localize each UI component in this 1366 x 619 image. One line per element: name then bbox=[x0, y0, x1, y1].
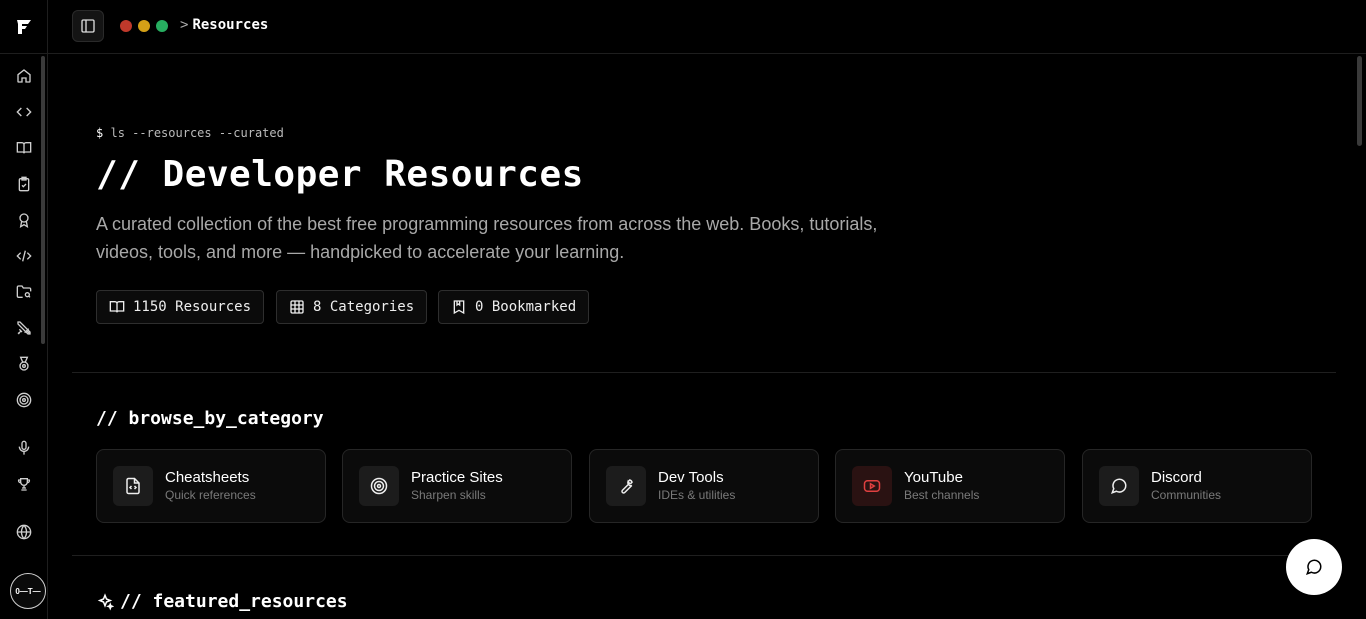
window-dot-yellow bbox=[138, 20, 150, 32]
window-dot-red bbox=[120, 20, 132, 32]
target-icon bbox=[16, 392, 32, 408]
category-name: Cheatsheets bbox=[165, 469, 250, 486]
book-open-icon bbox=[16, 142, 32, 154]
sidebar-item-code[interactable] bbox=[0, 94, 48, 130]
section-divider bbox=[72, 555, 1336, 556]
chat-bubble-icon bbox=[1110, 478, 1127, 495]
sidebar-toggle-button[interactable] bbox=[72, 10, 104, 42]
target-icon bbox=[370, 477, 388, 495]
breadcrumb-separator: > bbox=[180, 17, 189, 33]
stat-categories-label: 8 Categories bbox=[313, 299, 415, 315]
book-open-icon bbox=[109, 301, 125, 313]
home-icon bbox=[17, 69, 31, 83]
category-card-practice-sites[interactable]: Practice Sites Sharpen skills bbox=[342, 449, 572, 523]
youtube-icon bbox=[863, 480, 881, 492]
sidebar-item-community[interactable] bbox=[0, 514, 48, 550]
folder-search-icon bbox=[16, 285, 32, 298]
award-icon bbox=[19, 213, 29, 228]
category-card-youtube[interactable]: YouTube Best channels bbox=[835, 449, 1065, 523]
sidebar-item-home[interactable] bbox=[0, 58, 48, 94]
swords-icon bbox=[17, 321, 31, 335]
browse-heading: // browse_by_category bbox=[96, 408, 324, 429]
clipboard-check-icon bbox=[18, 176, 30, 192]
sidebar: 0—T— bbox=[0, 0, 48, 619]
breadcrumb-current[interactable]: Resources bbox=[192, 17, 268, 33]
user-avatar[interactable]: 0—T— bbox=[10, 573, 46, 609]
bookmark-icon bbox=[453, 300, 465, 315]
sidebar-item-tasks[interactable] bbox=[0, 166, 48, 202]
grid-icon bbox=[290, 300, 304, 314]
sparkles-icon bbox=[97, 592, 114, 610]
sidebar-item-badges[interactable] bbox=[0, 346, 48, 382]
category-subtitle: Sharpen skills bbox=[411, 488, 486, 502]
category-icon-box bbox=[606, 466, 646, 506]
logo-icon bbox=[17, 19, 31, 34]
medal-icon bbox=[19, 356, 29, 371]
featured-heading-text: // featured_resources bbox=[120, 591, 348, 612]
main-scrollbar[interactable] bbox=[1357, 56, 1362, 146]
featured-heading: // featured_resources bbox=[96, 591, 348, 612]
breadcrumb: > Resources bbox=[180, 17, 268, 33]
code-slash-icon bbox=[16, 250, 32, 262]
sidebar-item-battles[interactable] bbox=[0, 310, 48, 346]
category-icon-box bbox=[359, 466, 399, 506]
window-dot-green bbox=[156, 20, 168, 32]
top-bar: > Resources bbox=[48, 0, 1366, 54]
category-icon-box bbox=[1099, 466, 1139, 506]
sidebar-item-snippets[interactable] bbox=[0, 238, 48, 274]
command-text: ls --resources --curated bbox=[110, 126, 284, 140]
category-name: YouTube bbox=[904, 469, 963, 486]
category-name: Dev Tools bbox=[658, 469, 724, 486]
sidebar-item-projects[interactable] bbox=[0, 274, 48, 310]
main-content: $ ls --resources --curated // Developer … bbox=[48, 54, 1366, 619]
mic-icon bbox=[18, 440, 30, 455]
sidebar-item-goals[interactable] bbox=[0, 382, 48, 418]
wrench-icon bbox=[621, 479, 633, 494]
code-icon bbox=[16, 107, 32, 117]
category-subtitle: Communities bbox=[1151, 488, 1222, 502]
sidebar-nav bbox=[0, 58, 48, 550]
stat-bookmarked[interactable]: 0 Bookmarked bbox=[438, 290, 590, 324]
sidebar-item-interview[interactable] bbox=[0, 430, 48, 466]
page-title: // Developer Resources bbox=[96, 154, 584, 195]
trophy-icon bbox=[17, 478, 31, 491]
chat-button[interactable] bbox=[1286, 539, 1342, 595]
stat-bookmarked-label: 0 Bookmarked bbox=[475, 299, 577, 315]
category-name: Discord bbox=[1151, 469, 1202, 486]
command-prompt: $ bbox=[96, 126, 104, 140]
globe-icon bbox=[16, 524, 32, 540]
sidebar-item-certificates[interactable] bbox=[0, 202, 48, 238]
browse-heading-text: // browse_by_category bbox=[96, 408, 324, 429]
category-subtitle: Best channels bbox=[904, 488, 980, 502]
file-code-icon bbox=[126, 477, 140, 495]
sidebar-item-leaderboard[interactable] bbox=[0, 466, 48, 502]
category-name: Practice Sites bbox=[411, 469, 503, 486]
category-card-cheatsheets[interactable]: Cheatsheets Quick references bbox=[96, 449, 326, 523]
category-subtitle: IDEs & utilities bbox=[658, 488, 736, 502]
section-divider bbox=[72, 372, 1336, 373]
category-icon-box bbox=[113, 466, 153, 506]
panel-left-icon bbox=[81, 19, 95, 33]
terminal-command: $ ls --resources --curated bbox=[96, 126, 284, 140]
category-subtitle: Quick references bbox=[165, 488, 256, 502]
category-card-dev-tools[interactable]: Dev Tools IDEs & utilities bbox=[589, 449, 819, 523]
page-description: A curated collection of the best free pr… bbox=[96, 214, 878, 262]
sidebar-item-books[interactable] bbox=[0, 130, 48, 166]
stat-resources-label: 1150 Resources bbox=[133, 299, 252, 315]
category-icon-box bbox=[852, 466, 892, 506]
chat-icon bbox=[1305, 559, 1322, 576]
app-logo[interactable] bbox=[0, 0, 48, 54]
stat-resources: 1150 Resources bbox=[96, 290, 265, 324]
category-card-discord[interactable]: Discord Communities bbox=[1082, 449, 1312, 523]
stat-categories: 8 Categories bbox=[276, 290, 428, 324]
